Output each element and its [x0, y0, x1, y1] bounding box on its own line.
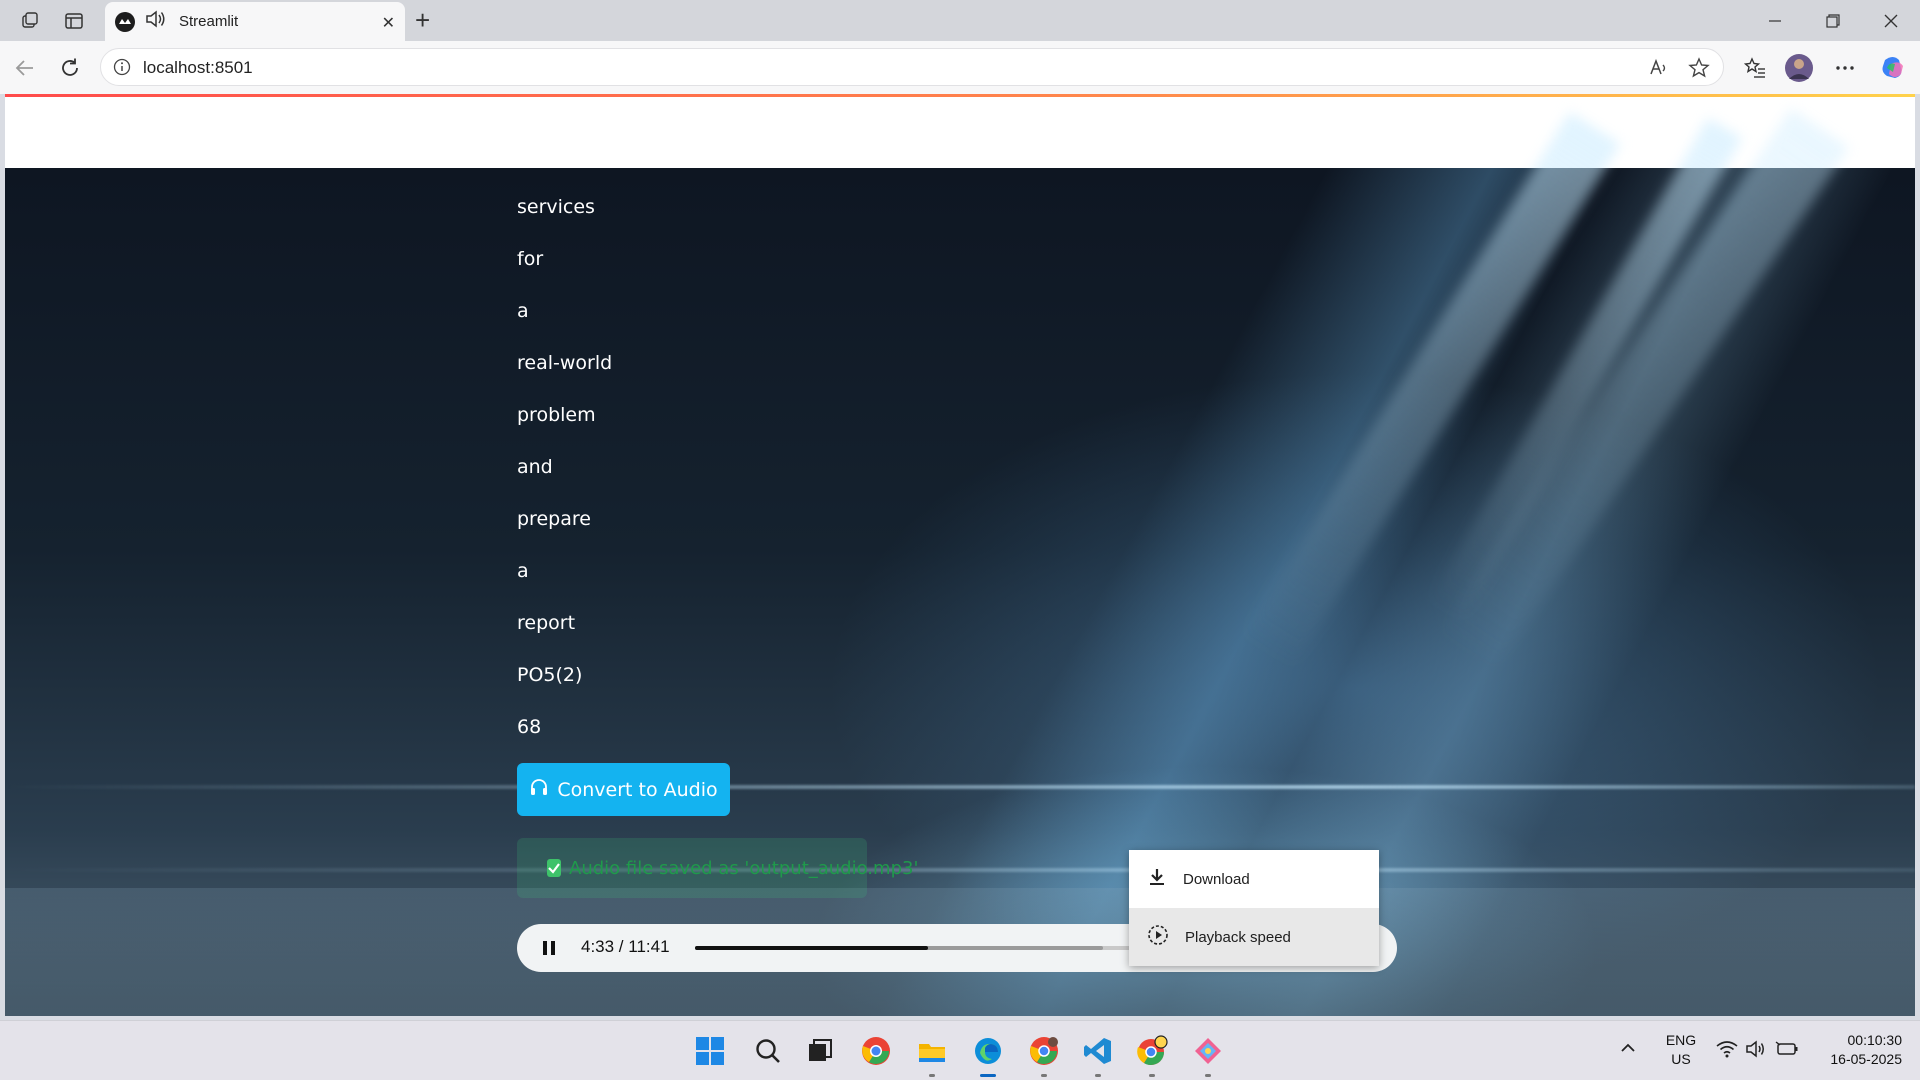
- vertical-tabs-icon[interactable]: [60, 7, 88, 35]
- clock-time: 00:10:30: [1847, 1032, 1903, 1048]
- audio-options-menu: Download Playback speed: [1129, 850, 1379, 966]
- word-item: and: [517, 456, 553, 478]
- running-indicator: [1041, 1074, 1047, 1077]
- minimize-button[interactable]: [1755, 8, 1795, 34]
- pause-button[interactable]: [539, 938, 559, 958]
- vscode-icon[interactable]: [1080, 1033, 1116, 1077]
- playback-speed-icon: [1147, 924, 1169, 951]
- chrome-icon[interactable]: [858, 1033, 894, 1069]
- light-beam: [1433, 108, 1850, 679]
- played-range: [695, 946, 929, 950]
- tab-title: Streamlit: [179, 13, 239, 30]
- file-explorer-icon[interactable]: [914, 1033, 950, 1077]
- word-item: report: [517, 612, 576, 634]
- active-indicator: [980, 1074, 996, 1077]
- close-window-button[interactable]: [1871, 8, 1911, 34]
- running-indicator: [929, 1074, 935, 1077]
- wifi-icon[interactable]: [1716, 1040, 1738, 1061]
- browser-tab[interactable]: Streamlit ✕: [105, 2, 405, 41]
- chrome-notification-icon[interactable]: [1134, 1033, 1170, 1077]
- more-options-icon[interactable]: [1830, 53, 1860, 83]
- tab-strip: Streamlit ✕ +: [0, 0, 1920, 41]
- refresh-button[interactable]: [55, 53, 85, 83]
- streamlit-header: [5, 97, 1915, 171]
- word-item: for: [517, 248, 544, 270]
- workspaces-icon[interactable]: [16, 7, 44, 35]
- read-aloud-icon[interactable]: [1648, 57, 1670, 84]
- word-item: real-world: [517, 352, 613, 374]
- playback-speed-label: Playback speed: [1185, 928, 1291, 946]
- horizon-glow: [5, 785, 1915, 789]
- profile-avatar[interactable]: [1784, 53, 1814, 83]
- running-indicator: [1149, 1074, 1155, 1077]
- word-item: a: [517, 300, 529, 322]
- background-scene: [5, 108, 1915, 1016]
- word-item: prepare: [517, 508, 591, 530]
- download-label: Download: [1183, 870, 1250, 888]
- success-alert: Audio file saved as 'output_audio.mp3': [517, 838, 918, 898]
- system-clock[interactable]: 00:10:30 16-05-2025: [1812, 1031, 1902, 1069]
- browser-toolbar: localhost:8501: [0, 41, 1920, 94]
- url-text: localhost:8501: [143, 58, 253, 77]
- word-item: PO5(2): [517, 664, 583, 686]
- address-bar[interactable]: localhost:8501: [100, 48, 1724, 86]
- site-info-icon[interactable]: [113, 58, 131, 81]
- menu-item-playback-speed[interactable]: Playback speed: [1129, 908, 1379, 966]
- chrome-profile-icon[interactable]: [1026, 1033, 1062, 1077]
- new-tab-button[interactable]: +: [415, 6, 430, 34]
- show-hidden-icons-chevron-icon[interactable]: [1620, 1041, 1636, 1057]
- clock-date: 16-05-2025: [1830, 1051, 1902, 1067]
- horizon-glow: [5, 868, 1915, 872]
- download-icon: [1147, 867, 1167, 892]
- favorites-icon[interactable]: [1740, 53, 1770, 83]
- success-message: Audio file saved as 'output_audio.mp3': [569, 857, 919, 879]
- word-item: problem: [517, 404, 596, 426]
- windows-taskbar: ENG US 00:10:30 16-05-2025: [0, 1020, 1920, 1080]
- volume-icon[interactable]: [1745, 1040, 1767, 1061]
- git-app-icon[interactable]: [1190, 1033, 1226, 1077]
- word-list: services for a real-world problem and pr…: [517, 194, 612, 766]
- word-item: services: [517, 196, 595, 218]
- playback-time: 4:33 / 11:41: [581, 937, 670, 956]
- input-language-indicator[interactable]: ENG US: [1660, 1031, 1702, 1069]
- convert-button-label: Convert to Audio: [557, 778, 718, 801]
- task-view-icon[interactable]: [802, 1033, 838, 1069]
- region-code: US: [1671, 1051, 1691, 1067]
- streamlit-page: services for a real-world problem and pr…: [5, 94, 1915, 1016]
- running-indicator: [1095, 1074, 1101, 1077]
- copilot-icon[interactable]: [1878, 53, 1908, 83]
- tab-audio-playing-icon[interactable]: [145, 9, 167, 34]
- convert-to-audio-button[interactable]: Convert to Audio: [517, 763, 730, 816]
- word-item: a: [517, 560, 529, 582]
- running-indicator: [1205, 1074, 1211, 1077]
- menu-item-download[interactable]: Download: [1129, 850, 1379, 908]
- headphones-icon: [529, 777, 549, 802]
- favorite-star-icon[interactable]: [1688, 57, 1710, 84]
- edge-icon[interactable]: [970, 1033, 1006, 1077]
- check-mark-icon: [547, 859, 561, 877]
- tab-close-button[interactable]: ✕: [382, 13, 395, 33]
- windows-start-icon[interactable]: [692, 1033, 728, 1069]
- language-code: ENG: [1665, 1032, 1697, 1048]
- search-icon[interactable]: [750, 1033, 786, 1069]
- back-button[interactable]: [10, 53, 40, 83]
- battery-icon[interactable]: [1775, 1040, 1799, 1061]
- streamlit-favicon-icon: [115, 11, 135, 32]
- restore-button[interactable]: [1813, 8, 1853, 34]
- word-item: 68: [517, 716, 542, 738]
